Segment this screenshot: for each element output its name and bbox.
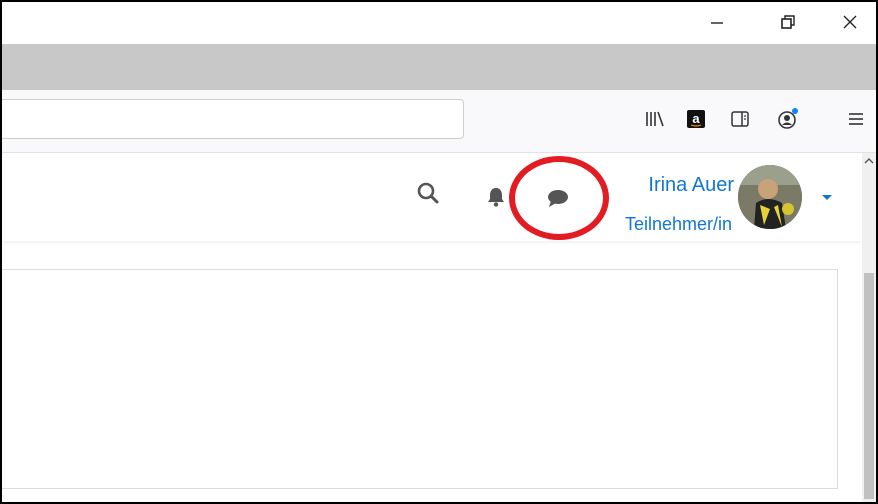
messages-button[interactable] xyxy=(544,185,572,213)
user-photo-icon xyxy=(738,165,802,229)
page-content: Irina Auer Teilnehmer/in xyxy=(2,153,862,502)
restore-button[interactable] xyxy=(765,2,811,42)
browser-window: a Irina Auer Teilnehmer/in xyxy=(0,0,878,504)
url-bar[interactable] xyxy=(2,99,464,139)
svg-text:a: a xyxy=(692,111,700,126)
account-icon xyxy=(778,108,798,129)
user-role: Teilnehmer/in xyxy=(624,214,732,234)
library-button[interactable] xyxy=(642,106,668,132)
amazon-icon: a xyxy=(687,110,705,128)
content-card xyxy=(2,269,838,489)
minimize-button[interactable] xyxy=(694,2,740,42)
restore-icon xyxy=(781,15,795,29)
sidebar-icon xyxy=(731,111,749,127)
amazon-extension-button[interactable]: a xyxy=(683,106,709,132)
sidebar-toggle-button[interactable] xyxy=(727,106,753,132)
account-button[interactable] xyxy=(775,106,801,132)
caret-down-icon xyxy=(822,195,832,200)
navigation-toolbar: a xyxy=(2,90,876,153)
chat-icon xyxy=(548,190,568,207)
site-header: Irina Auer Teilnehmer/in xyxy=(2,153,862,241)
library-icon xyxy=(646,111,664,127)
scrollbar-thumb[interactable] xyxy=(864,273,874,499)
user-name-link[interactable]: Irina Auer xyxy=(600,173,734,197)
hamburger-menu-icon xyxy=(849,113,863,125)
vertical-scrollbar[interactable] xyxy=(862,153,876,502)
notification-dot-icon xyxy=(792,108,798,114)
chevron-up-icon xyxy=(864,158,874,164)
bell-icon xyxy=(488,188,504,207)
window-titlebar xyxy=(2,2,876,44)
scroll-up-button[interactable] xyxy=(862,153,876,169)
user-menu-toggle[interactable] xyxy=(819,189,835,205)
search-icon xyxy=(417,182,439,204)
search-button[interactable] xyxy=(414,179,442,207)
close-icon xyxy=(843,15,857,29)
close-window-button[interactable] xyxy=(827,2,873,42)
notifications-button[interactable] xyxy=(482,183,510,211)
minimize-icon xyxy=(711,22,723,24)
tab-strip xyxy=(2,44,876,90)
avatar[interactable] xyxy=(738,165,802,229)
open-menu-button[interactable] xyxy=(843,106,869,132)
